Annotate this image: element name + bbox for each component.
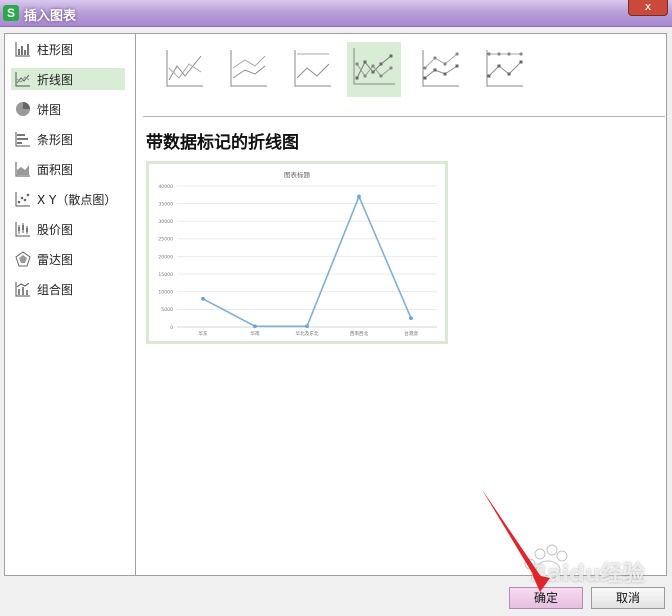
close-button[interactable]: x <box>628 0 668 16</box>
x-tick-label: 西南西北 <box>350 330 369 337</box>
subtype-stacked-line[interactable] <box>219 42 273 97</box>
sidebar-item-label: 饼图 <box>37 102 62 117</box>
dialog-body: 柱形图 折线图 饼图 条形图 面积图 X Y（散点图） 股价图 雷达图 组合图 … <box>4 33 667 576</box>
area-chart-icon <box>15 162 30 177</box>
data-point <box>201 296 205 301</box>
y-tick-label: 5000 <box>161 307 173 313</box>
sidebar-item-line[interactable]: 折线图 <box>11 68 125 90</box>
combo-chart-icon <box>15 282 30 297</box>
sidebar-item-combo[interactable]: 组合图 <box>11 278 125 300</box>
y-tick-label: 35000 <box>158 201 173 207</box>
y-tick-label: 20000 <box>158 254 173 260</box>
line-with-markers-thumb-icon <box>353 48 395 85</box>
x-tick-label: 台港澳 <box>404 330 418 337</box>
sidebar-item-label: 柱形图 <box>37 42 74 57</box>
preview-chart: 0 5000 10000 15000 20000 25000 30000 35000 40000… <box>158 170 437 337</box>
sidebar-item-label: 股价图 <box>37 222 74 237</box>
sidebar-item-label: 雷达图 <box>37 252 74 267</box>
sidebar-item-label: 条形图 <box>37 132 74 147</box>
subtype-percent-stacked-line[interactable] <box>283 42 337 97</box>
scatter-chart-icon <box>15 192 30 207</box>
sidebar-item-label: X Y（散点图） <box>37 192 117 207</box>
cancel-button[interactable]: 取消 <box>591 587 665 609</box>
gallery-divider <box>143 116 665 117</box>
subtype-title: 带数据标记的折线图 <box>146 133 299 153</box>
y-tick-label: 15000 <box>158 272 173 278</box>
x-tick-label: 华南 <box>250 330 260 337</box>
y-tick-label: 10000 <box>158 290 173 296</box>
subtype-line[interactable] <box>155 42 209 97</box>
subtype-percent-stacked-line-with-markers[interactable] <box>475 42 529 97</box>
subtype-line-with-markers[interactable] <box>347 42 401 97</box>
watermark-text: Baidu经验 <box>530 562 645 587</box>
sidebar-item-column[interactable]: 柱形图 <box>11 38 125 60</box>
line-chart-thumb-icon <box>166 50 203 87</box>
sidebar-item-radar[interactable]: 雷达图 <box>11 248 125 270</box>
line-chart-icon <box>15 72 30 87</box>
subtype-stacked-line-with-markers[interactable] <box>411 42 465 97</box>
sidebar-item-area[interactable]: 面积图 <box>11 158 125 180</box>
percent-stacked-line-with-markers-thumb-icon <box>486 50 523 87</box>
data-point <box>357 194 361 199</box>
app-icon: S <box>3 5 19 21</box>
sidebar-item-label: 面积图 <box>37 162 74 177</box>
sidebar-item-label: 组合图 <box>37 282 74 297</box>
sidebar-item-pie[interactable]: 饼图 <box>11 98 125 120</box>
y-tick-label: 25000 <box>158 237 173 243</box>
y-tick-label: 30000 <box>158 219 173 225</box>
series-line <box>202 194 412 328</box>
chart-type-sidebar: 柱形图 折线图 饼图 条形图 面积图 X Y（散点图） 股价图 雷达图 组合图 <box>5 34 136 575</box>
data-point <box>409 316 413 321</box>
pie-chart-icon <box>16 102 30 116</box>
bar-chart-icon <box>15 132 30 147</box>
stacked-line-with-markers-thumb-icon <box>422 50 459 87</box>
sidebar-item-scatter[interactable]: X Y（散点图） <box>11 188 125 210</box>
stock-chart-icon <box>15 222 30 237</box>
stacked-line-chart-thumb-icon <box>230 50 267 87</box>
title-bar: S 插入图表 x <box>0 0 672 27</box>
dialog-title: 插入图表 <box>24 9 77 24</box>
radar-chart-icon <box>15 251 31 267</box>
x-tick-label: 华东 <box>198 330 208 337</box>
sidebar-item-bar[interactable]: 条形图 <box>11 128 125 150</box>
sidebar-item-label: 折线图 <box>37 72 74 87</box>
sidebar-item-stock[interactable]: 股价图 <box>11 218 125 240</box>
data-point <box>253 324 257 329</box>
chart-title: 图表标题 <box>284 170 311 179</box>
data-point <box>305 324 309 329</box>
ok-button[interactable]: 确定 <box>509 587 583 609</box>
column-chart-icon <box>15 42 30 57</box>
percent-stacked-line-chart-thumb-icon <box>294 50 331 87</box>
x-tick-label: 华北及东北 <box>296 330 319 337</box>
chart-subtype-gallery <box>145 42 665 104</box>
chart-preview: 0 5000 10000 15000 20000 25000 30000 35000 40000… <box>146 161 448 344</box>
y-tick-label: 40000 <box>158 184 173 190</box>
y-tick-label: 0 <box>170 325 173 331</box>
